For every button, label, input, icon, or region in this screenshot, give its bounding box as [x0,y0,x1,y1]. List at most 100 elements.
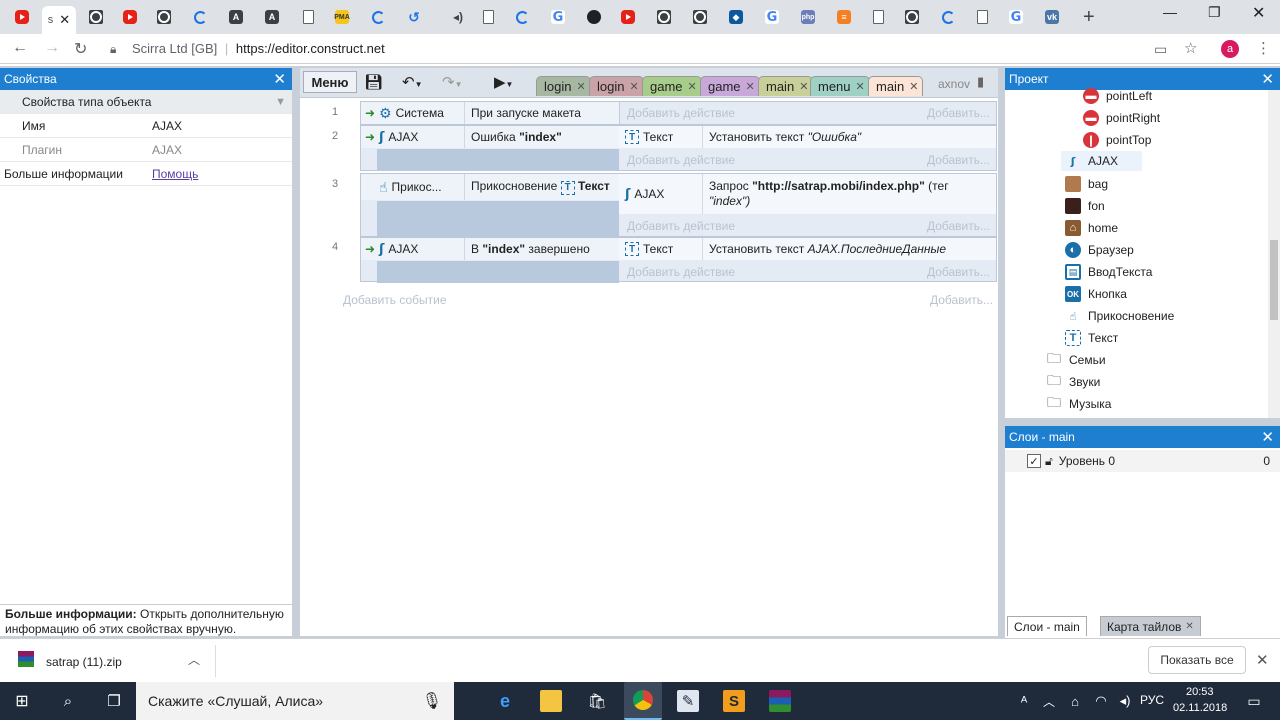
chrome-taskbar-button[interactable] [624,682,662,720]
menu-button[interactable]: Меню [303,71,357,93]
browser-tab[interactable]: ◂) [444,6,472,28]
event-condition[interactable]: ➜ ⚙ Система При запуске макета [361,102,620,124]
minimize-icon[interactable]: — [1163,4,1177,20]
browser-tab[interactable]: php [794,6,822,28]
browser-menu-icon[interactable]: ⋮ [1256,39,1271,57]
winrar-icon[interactable] [769,690,791,712]
add-action-link[interactable]: Добавить действие [627,219,735,233]
browser-tab[interactable]: ≡ [830,6,858,28]
project-item[interactable]: bag [1065,176,1108,192]
wifi-icon[interactable]: ◠ [1090,690,1112,712]
clock-time[interactable]: 20:53 [1186,686,1214,698]
editor-tab[interactable]: game ✕ [642,76,702,96]
browser-tab[interactable]: G [544,6,572,28]
redo-icon[interactable]: ↷▼ [442,73,463,91]
add-more-link[interactable]: Добавить... [927,153,990,167]
browser-tab[interactable]: PMA [328,6,356,28]
project-item[interactable]: ☝ Прикосновение [1065,308,1175,324]
close-tab-icon[interactable]: ✕ [856,80,865,93]
browser-tab[interactable] [150,6,178,28]
lock-icon[interactable]: 🔓︎ [1045,454,1053,469]
profile-avatar[interactable]: a [1221,40,1239,58]
browser-tab[interactable] [898,6,926,28]
edge-icon[interactable]: e [494,690,516,712]
properties-section[interactable]: Свойства типа объекта ▼ [0,90,292,114]
task-view-icon[interactable]: ❐ [103,690,125,712]
project-item[interactable]: ▬ pointLeft [1083,88,1152,104]
collapse-icon[interactable]: ▼ [275,96,286,108]
project-item[interactable]: ◐ Браузер [1065,242,1134,258]
event-action[interactable]: ʃ AJAX Запрос "http://satrap.mobi/index.p… [619,174,996,214]
forward-icon[interactable]: → [44,39,60,57]
microphone-icon[interactable]: 🎙︎ [422,691,442,711]
event-row[interactable]: ➜ ʃ AJAX Ошибка "index" T Текст Установить… [360,125,997,171]
help-link[interactable]: Помощь [148,167,198,181]
reload-icon[interactable]: ↻ [74,39,87,59]
add-action-link[interactable]: Добавить действие [627,153,735,167]
close-tab-icon[interactable]: ✕ [909,80,918,93]
visibility-checkbox[interactable]: ✓ [1027,454,1041,468]
browser-tab[interactable]: G [1002,6,1030,28]
browser-tab[interactable]: G [758,6,786,28]
search-icon[interactable]: ⌕ [57,690,79,712]
event-condition[interactable]: ☝ Прикос... Прикосновение T Текст [361,174,620,200]
browser-tab[interactable]: A [258,6,286,28]
event-condition[interactable]: ➜ ʃ AJAX Ошибка "index" [361,126,620,148]
scroll-tabs-icon[interactable]: ▮ [977,74,984,90]
url-field[interactable]: Scirra Ltd [GB] | https://editor.constru… [132,41,385,56]
sublime-icon[interactable]: S [723,690,745,712]
browser-tab[interactable]: vk [1038,6,1066,28]
download-filename[interactable]: satrap (11).zip [46,655,122,669]
cortana-search[interactable]: Скажите «Слушай, Алиса» 🎙︎ [136,682,454,720]
cast-icon[interactable]: ▭ [1154,41,1167,58]
project-item[interactable]: ❙ pointTop [1083,132,1151,148]
browser-tab[interactable] [864,6,892,28]
event-action[interactable]: T Текст Установить текст "Ошибка" [619,126,996,148]
tab-tilemap[interactable]: Карта тайлов ✕ [1100,616,1201,636]
browser-tab[interactable] [82,6,110,28]
browser-tab[interactable] [294,6,322,28]
project-item[interactable]: fon [1065,198,1105,214]
browser-tab[interactable] [650,6,678,28]
editor-tab-active[interactable]: main ✕ [868,76,924,96]
close-window-icon[interactable]: ✕ [1252,3,1265,23]
scroll-thumb[interactable] [1270,240,1278,320]
editor-tab[interactable]: menu ✕ [810,76,870,96]
close-panel-icon[interactable]: ✕ [1261,428,1274,446]
store-icon[interactable]: 🛍︎ [586,690,608,712]
project-item[interactable]: T Текст [1065,330,1118,346]
project-item[interactable]: ⌂ home [1065,220,1118,236]
maximize-icon[interactable]: ❐ [1208,4,1221,21]
browser-tab[interactable] [116,6,144,28]
browser-tab[interactable] [580,6,608,28]
close-tab-icon[interactable]: ✕ [59,12,70,28]
browser-tab[interactable] [614,6,642,28]
volume-icon[interactable]: ◂) [1114,690,1136,712]
event-action[interactable]: T Текст Установить текст AJAX.ПоследниеДа… [619,238,996,260]
back-icon[interactable]: ← [12,39,28,57]
close-tab-icon[interactable]: ✕ [746,80,755,93]
project-folder[interactable]: 🗀︎ Звуки [1046,372,1100,390]
close-panel-icon[interactable]: ✕ [273,70,286,88]
browser-tab-active[interactable]: s ✕ [42,6,76,34]
editor-tab[interactable]: game ✕ [700,76,760,96]
close-downloads-icon[interactable]: ✕ [1256,651,1269,669]
play-icon[interactable]: ▶▼ [494,73,513,91]
close-tab-icon[interactable]: ✕ [688,80,697,93]
browser-tab[interactable]: A [222,6,250,28]
close-panel-icon[interactable]: ✕ [1261,70,1274,88]
property-row-name[interactable]: Имя AJAX [0,114,292,138]
event-row[interactable]: ➜ ⚙ Система При запуске макета Добавить д… [360,101,997,125]
project-item[interactable]: OK Кнопка [1065,286,1127,302]
new-tab-icon[interactable]: + [1083,6,1095,29]
tray-up-icon[interactable]: ︿ [1038,690,1060,712]
add-event-link[interactable]: Добавить событие [343,293,447,307]
close-tab-icon[interactable]: ✕ [576,80,585,93]
add-more-link[interactable]: Добавить... [930,293,993,307]
close-tab-icon[interactable]: ✕ [1185,621,1193,632]
close-tab-icon[interactable]: ✕ [799,80,808,93]
browser-tab[interactable] [474,6,502,28]
editor-app-icon[interactable]: ✎ [677,690,699,712]
editor-tab[interactable]: login ✕ [536,76,591,96]
project-item[interactable]: ▤ ВводТекста [1065,264,1152,280]
